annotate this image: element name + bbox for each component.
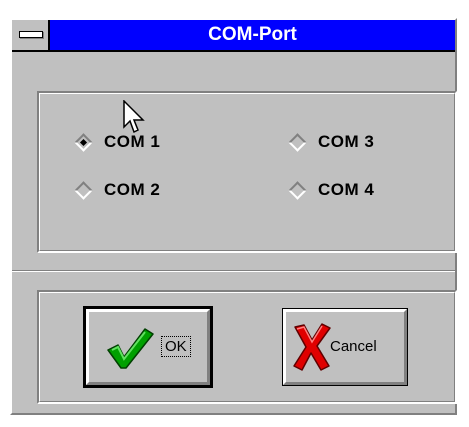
radio-com2-label: COM 2 xyxy=(104,180,161,199)
checkmark-icon xyxy=(107,328,154,369)
cancel-button[interactable]: Cancel xyxy=(282,308,408,386)
mouse-pointer-icon xyxy=(123,100,145,134)
window-title: COM-Port xyxy=(208,24,297,45)
cancel-label: Cancel xyxy=(330,338,377,355)
radio-diamond-icon xyxy=(74,180,93,200)
radio-diamond-icon xyxy=(288,180,307,200)
port-selection-group: COM 1 COM 2 COM 3 COM 4 xyxy=(37,91,457,253)
system-menu-icon xyxy=(19,31,43,38)
radio-com3[interactable]: COM 3 xyxy=(287,130,374,154)
radio-diamond-icon xyxy=(288,132,307,152)
radio-com2[interactable]: COM 2 xyxy=(73,178,160,202)
red-x-icon xyxy=(293,323,331,371)
radio-com1[interactable]: COM 1 xyxy=(73,130,160,154)
separator xyxy=(12,270,455,272)
ok-button[interactable]: OK xyxy=(83,306,213,388)
radio-com3-label: COM 3 xyxy=(318,132,375,151)
system-menu-button[interactable] xyxy=(12,20,50,50)
radio-com4-label: COM 4 xyxy=(318,180,375,199)
com-port-dialog: COM-Port COM 1 COM 2 COM 3 COM 4 OK Canc… xyxy=(10,18,457,415)
ok-label: OK xyxy=(161,336,191,357)
radio-diamond-icon xyxy=(74,132,93,152)
button-group: OK Cancel xyxy=(37,290,457,404)
radio-com4[interactable]: COM 4 xyxy=(287,178,374,202)
title-bar[interactable]: COM-Port xyxy=(12,20,455,52)
